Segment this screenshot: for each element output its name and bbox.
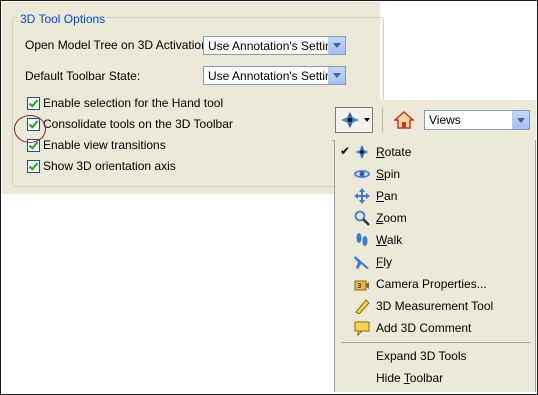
menu-item-label: Expand 3D Tools (376, 349, 467, 363)
checkmark-icon: ✔ (340, 144, 351, 158)
walk-icon (356, 233, 368, 246)
menu-item-label: Walk (376, 233, 403, 247)
menu-item-label: Spin (376, 167, 401, 181)
3d-tools-menu: ✔ Rotate Spin Pan Zoom Walk Fly 3 Camera… (334, 140, 536, 392)
toolbar-state-select-value: Use Annotation's Setting (208, 69, 339, 83)
checkbox-label: Enable selection for the Hand tool (43, 96, 224, 110)
checkbox-label: Consolidate tools on the 3D Toolbar (43, 117, 233, 131)
menu-item-spin[interactable]: Spin (335, 163, 535, 185)
views-select-value: Views (429, 113, 461, 127)
menu-item-label: Camera Properties... (376, 277, 487, 291)
comment-icon (354, 321, 370, 336)
menu-separator (341, 342, 531, 343)
menu-item-label: Fly (376, 255, 393, 269)
menu-item-add-comment[interactable]: Add 3D Comment (335, 317, 535, 339)
model-tree-select[interactable]: Use Annotation's Setting (203, 36, 346, 55)
menu-item-label: Zoom (376, 211, 407, 225)
toolbar-separator (382, 108, 383, 132)
checkbox-label: Show 3D orientation axis (43, 159, 176, 173)
chevron-down-icon[interactable] (328, 67, 345, 84)
menu-item-zoom[interactable]: Zoom (335, 207, 535, 229)
toolbar-state-label: Default Toolbar State: (25, 69, 141, 83)
menu-item-label: Pan (376, 189, 398, 203)
orientation-axis-checkbox[interactable] (27, 160, 40, 173)
menu-item-label: Rotate (376, 145, 412, 159)
rotate-icon (355, 145, 369, 159)
hand-tool-selection-checkbox[interactable] (27, 97, 40, 110)
chevron-down-icon[interactable] (364, 118, 370, 122)
menu-item-label: Add 3D Comment (376, 321, 472, 335)
views-select[interactable]: Views (424, 110, 530, 130)
svg-text:3: 3 (357, 282, 361, 290)
checkbox-label: Enable view transitions (43, 138, 166, 152)
group-title: 3D Tool Options (18, 12, 108, 26)
rotate-tool-dropdown-button[interactable] (335, 107, 373, 133)
spin-icon (354, 170, 370, 178)
menu-item-walk[interactable]: Walk (335, 229, 535, 251)
zoom-icon (354, 210, 370, 226)
menu-item-expand-3d-tools[interactable]: Expand 3D Tools (335, 345, 535, 367)
menu-item-measurement-tool[interactable]: 3D Measurement Tool (335, 295, 535, 317)
menu-item-fly[interactable]: Fly (335, 251, 535, 273)
menu-item-rotate[interactable]: ✔ Rotate (335, 141, 535, 163)
model-tree-label: Open Model Tree on 3D Activation: (25, 38, 212, 52)
chevron-down-icon[interactable] (512, 111, 529, 129)
home-icon[interactable] (394, 110, 414, 130)
menu-item-camera-properties[interactable]: 3 Camera Properties... (335, 273, 535, 295)
model-tree-select-value: Use Annotation's Setting (208, 39, 339, 53)
chevron-down-icon[interactable] (328, 37, 345, 54)
menu-item-label: Hide Toolbar (376, 371, 444, 385)
menu-item-hide-toolbar[interactable]: Hide Toolbar (335, 367, 535, 389)
pan-icon (354, 188, 370, 204)
measurement-icon (355, 299, 370, 314)
3d-toolbar: Views (332, 100, 536, 141)
menu-item-pan[interactable]: Pan (335, 185, 535, 207)
rotate-icon (341, 112, 359, 128)
options-panel: 3D Tool Options Open Model Tree on 3D Ac… (2, 2, 384, 194)
highlight-circle (14, 115, 46, 143)
camera-properties-icon: 3 (354, 280, 369, 291)
toolbar-state-select[interactable]: Use Annotation's Setting (203, 66, 346, 85)
fly-icon (354, 256, 369, 269)
menu-item-label: 3D Measurement Tool (376, 299, 494, 313)
